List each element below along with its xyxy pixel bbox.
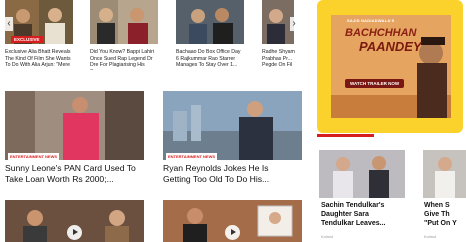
carousel-thumb-1[interactable]: EXCLUSIVE: [5, 0, 73, 44]
ad-banner[interactable]: SAJID NADIADWALA'S BACHCHHAN PAANDEY WAT…: [317, 0, 463, 133]
side-source-1: Koimoi: [321, 234, 334, 239]
carousel-caption-1[interactable]: Exclusive Alia Bhatt Reveals The Kind Of…: [5, 49, 71, 70]
category-badge: ENTERTAINMENT NEWS: [166, 153, 218, 160]
story-headline-2[interactable]: Ryan Reynolds Jokes He Is Getting Too Ol…: [163, 163, 311, 185]
ad-creative[interactable]: SAJID NADIADWALA'S BACHCHHAN PAANDEY WAT…: [331, 15, 451, 118]
side-image-1[interactable]: [319, 150, 405, 198]
side-photo-1: [319, 150, 405, 198]
category-badge: ENTERTAINMENT NEWS: [8, 153, 60, 160]
carousel-next-button[interactable]: ›: [290, 17, 298, 31]
side-image-2[interactable]: [423, 150, 466, 198]
carousel-image-2: [90, 0, 158, 44]
chevron-right-icon: ›: [292, 18, 296, 29]
carousel-caption-4[interactable]: Radhe Shyam Prabhas Pr... Pegde On Fil: [262, 49, 302, 70]
carousel-caption-3[interactable]: Bachaao Do Box Office Day 6 Rajkummar Ra…: [176, 49, 242, 70]
side-headline-1[interactable]: Sachin Tendulkar's Daughter Sara Tendulk…: [321, 201, 413, 228]
side-headline-2[interactable]: When S Give Th "Put On Y: [424, 201, 466, 228]
video-thumb-1[interactable]: [5, 200, 144, 242]
story-photo-2: [163, 91, 302, 160]
side-source-2: Koimoi: [424, 234, 437, 239]
story-image-2[interactable]: ENTERTAINMENT NEWS: [163, 91, 302, 160]
story-image-1[interactable]: ENTERTAINMENT NEWS: [5, 91, 144, 160]
story-headline-1[interactable]: Sunny Leone's PAN Card Used To Take Loan…: [5, 163, 155, 185]
trending-carousel: EXCLUSIVE ‹ › Exclusive Alia Bhatt Revea…: [0, 0, 302, 78]
carousel-thumb-3[interactable]: [176, 0, 244, 44]
play-icon[interactable]: [67, 225, 82, 240]
play-icon[interactable]: [225, 225, 240, 240]
carousel-caption-2[interactable]: Did You Know? Bappi Lahiri Once Sued Rap…: [90, 49, 156, 70]
carousel-prev-button[interactable]: ‹: [5, 17, 13, 31]
chevron-left-icon: ‹: [7, 18, 11, 29]
video-thumb-2[interactable]: [163, 200, 302, 242]
carousel-thumb-2[interactable]: [90, 0, 158, 44]
ad-presenter-text: SAJID NADIADWALA'S: [347, 18, 395, 23]
exclusive-badge: EXCLUSIVE: [11, 36, 43, 43]
story-photo-1: [5, 91, 144, 160]
side-photo-2: [423, 150, 466, 198]
watch-trailer-button[interactable]: WATCH TRAILER NOW: [345, 79, 405, 88]
section-accent-bar: [317, 134, 374, 137]
ad-title-line-2: PAANDEY: [359, 39, 422, 54]
ad-title-line-1: BACHCHHAN: [345, 27, 417, 39]
carousel-image-3: [176, 0, 244, 44]
